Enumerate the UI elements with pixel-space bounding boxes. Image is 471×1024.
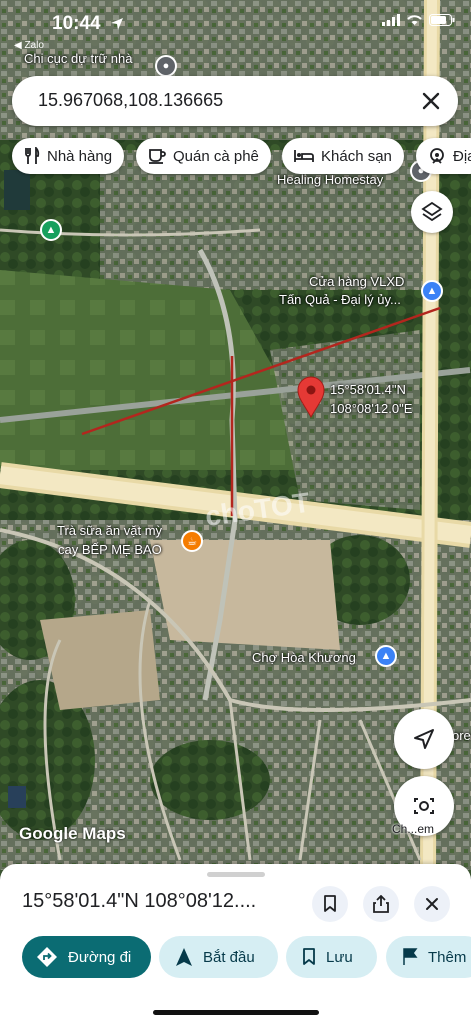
navigation-icon — [176, 948, 192, 966]
poi-label-cho[interactable]: Chợ Hòa Khương — [252, 650, 356, 665]
poi-label-tra-sua-1[interactable]: Trà sữa ăn vặt mỳ — [57, 523, 162, 538]
close-sheet-button[interactable] — [414, 886, 450, 922]
signal-icon — [382, 14, 400, 26]
more-button[interactable]: Thêm — [386, 936, 471, 978]
sheet-drag-handle[interactable] — [207, 872, 265, 877]
directions-label: Đường đi — [68, 948, 132, 966]
layers-button[interactable] — [411, 191, 453, 233]
chip-restaurants[interactable]: Nhà hàng — [12, 138, 125, 174]
google-maps-logo: Google Maps — [19, 824, 126, 843]
battery-icon — [429, 14, 455, 26]
share-icon — [373, 895, 389, 913]
shopping-poi-icon[interactable]: ▲ — [421, 280, 443, 302]
home-indicator[interactable] — [153, 1010, 319, 1015]
attraction-icon — [430, 148, 444, 164]
save-button[interactable]: Lưu — [286, 936, 377, 978]
chip-attractions-label: Địa — [453, 147, 471, 165]
wifi-icon — [407, 15, 422, 25]
poi-label-edge[interactable]: ore — [452, 728, 471, 743]
bookmark-icon — [324, 895, 336, 912]
chip-coffee-label: Quán cà phê — [173, 147, 259, 165]
place-bottom-sheet[interactable]: 15°58'01.4"N 108°08'12.... Đường đi Bắt … — [0, 864, 471, 1024]
camera-explore-label: Ch...em — [392, 822, 435, 836]
poi-label-chi-cuc[interactable]: Chi cục dự trữ nhà — [24, 51, 132, 66]
chip-attractions[interactable]: Địa — [416, 138, 471, 174]
search-bar[interactable]: 15.967068,108.136665 — [12, 76, 458, 126]
poi-label-homestay[interactable]: Healing Homestay — [277, 172, 383, 187]
pin-latitude-label: 15°58'01.4"N — [330, 382, 406, 397]
close-icon[interactable] — [418, 88, 444, 114]
poi-label-vlxd-2[interactable]: Tấn Quả - Đại lý ủy... — [279, 292, 401, 307]
chip-hotels-label: Khách sạn — [321, 147, 392, 165]
pin-longitude-label: 108°08'12.0"E — [330, 401, 413, 416]
flag-icon — [403, 948, 418, 965]
status-bar: 10:44 ◀ Zalo — [0, 0, 471, 51]
coffee-icon — [149, 149, 166, 164]
save-label: Lưu — [326, 948, 353, 966]
chip-restaurants-label: Nhà hàng — [47, 147, 113, 165]
clock: 10:44 — [52, 13, 101, 34]
restaurant-icon — [25, 147, 40, 164]
start-navigation-button[interactable]: Bắt đầu — [159, 936, 278, 978]
directions-icon — [37, 947, 57, 967]
navigation-arrow-icon — [414, 729, 434, 749]
search-input[interactable]: 15.967068,108.136665 — [38, 90, 223, 111]
layers-icon — [421, 201, 443, 222]
more-label: Thêm — [428, 948, 467, 966]
park-poi-icon[interactable]: ▲ — [40, 219, 62, 241]
chip-hotels[interactable]: Khách sạn — [282, 138, 404, 174]
bookmark-icon — [303, 948, 315, 965]
directions-button[interactable]: Đường đi — [22, 936, 151, 978]
government-poi-icon[interactable]: ● — [155, 55, 177, 77]
chip-coffee[interactable]: Quán cà phê — [136, 138, 271, 174]
back-to-app-link[interactable]: ◀ Zalo — [14, 40, 44, 51]
close-icon — [426, 898, 438, 910]
bookmark-button[interactable] — [312, 886, 348, 922]
my-location-button[interactable] — [394, 709, 454, 769]
camera-icon — [414, 798, 434, 814]
category-chips: Nhà hàng Quán cà phê Khách sạn Địa — [12, 138, 471, 174]
poi-label-tra-sua-2[interactable]: cay BẾP MẸ BAO — [58, 542, 162, 557]
share-button[interactable] — [363, 886, 399, 922]
market-poi-icon[interactable]: ▲ — [375, 645, 397, 667]
hotel-icon — [294, 150, 314, 162]
cafe-poi-icon[interactable]: ☕ — [181, 530, 203, 552]
poi-label-vlxd-1[interactable]: Cửa hàng VLXD — [309, 274, 404, 289]
start-label: Bắt đầu — [203, 948, 255, 966]
place-title: 15°58'01.4"N 108°08'12.... — [22, 890, 257, 912]
location-arrow-icon — [111, 18, 123, 30]
